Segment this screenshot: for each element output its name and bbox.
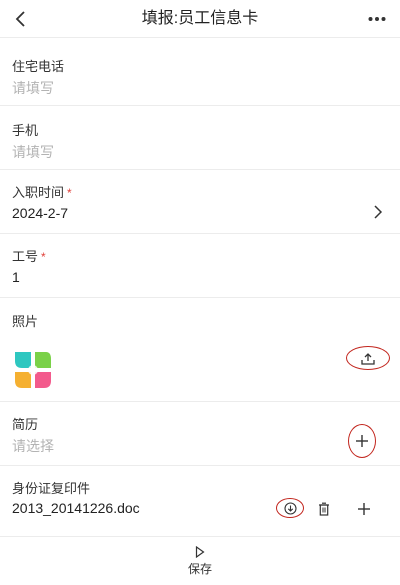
upload-icon [361,352,375,365]
resume-label: 简历 [12,417,39,432]
employee-no-label: 工号 [12,249,39,264]
hire-date-label-wrap: 入职时间 * [12,182,72,201]
resume-select[interactable]: 请选择 [12,436,54,456]
chevron-right-icon [374,205,383,219]
employee-no-field: 工号 * 1 [0,234,400,298]
id-copy-file-name[interactable]: 2013_20141226.doc [12,500,140,516]
save-label: 保存 [187,561,212,576]
photo-label: 照片 [12,314,39,329]
page-title: 填报:员工信息卡 [141,10,259,27]
top-nav-bar: 填报:员工信息卡 [0,0,400,38]
home-phone-label: 住宅电话 [12,59,65,74]
photo-upload-button[interactable] [346,346,390,370]
hire-date-picker-button[interactable] [370,204,386,220]
mobile-label: 手机 [12,123,39,138]
play-triangle-icon [195,545,205,558]
bottom-action-bar: 保存 [0,536,400,585]
chevron-left-icon [15,11,25,27]
save-button[interactable]: 保存 [175,541,225,581]
download-icon [283,501,297,515]
more-dots-icon [368,17,386,21]
employee-no-label-wrap: 工号 * [12,246,46,265]
hire-date-label: 入职时间 [12,185,65,200]
photo-field: 照片 [0,298,400,402]
home-phone-input[interactable]: 请填写 [12,78,54,98]
required-mark: * [67,186,72,200]
back-button[interactable] [6,4,36,34]
employee-no-input[interactable]: 1 [12,269,20,285]
download-button[interactable] [276,498,304,518]
mobile-input[interactable]: 请填写 [12,142,54,162]
hire-date-value: 2024-2-7 [12,205,69,221]
plus-icon [356,435,368,447]
trash-icon [319,502,329,516]
required-mark: * [41,250,46,264]
delete-button[interactable] [312,497,336,521]
id-copy-label: 身份证复印件 [12,481,91,496]
resume-field: 简历 请选择 [0,402,400,466]
id-copy-field: 身份证复印件 2013_20141226.doc [0,466,400,536]
id-copy-add-button[interactable] [352,497,376,521]
resume-add-button[interactable] [348,424,376,458]
mobile-field: 手机 请填写 [0,106,400,170]
plus-icon [358,503,370,515]
hire-date-field[interactable]: 入职时间 * 2024-2-7 [0,170,400,234]
home-phone-field: 住宅电话 请填写 [0,38,400,106]
more-options-button[interactable] [362,4,392,34]
photo-thumbnail[interactable] [12,349,54,391]
